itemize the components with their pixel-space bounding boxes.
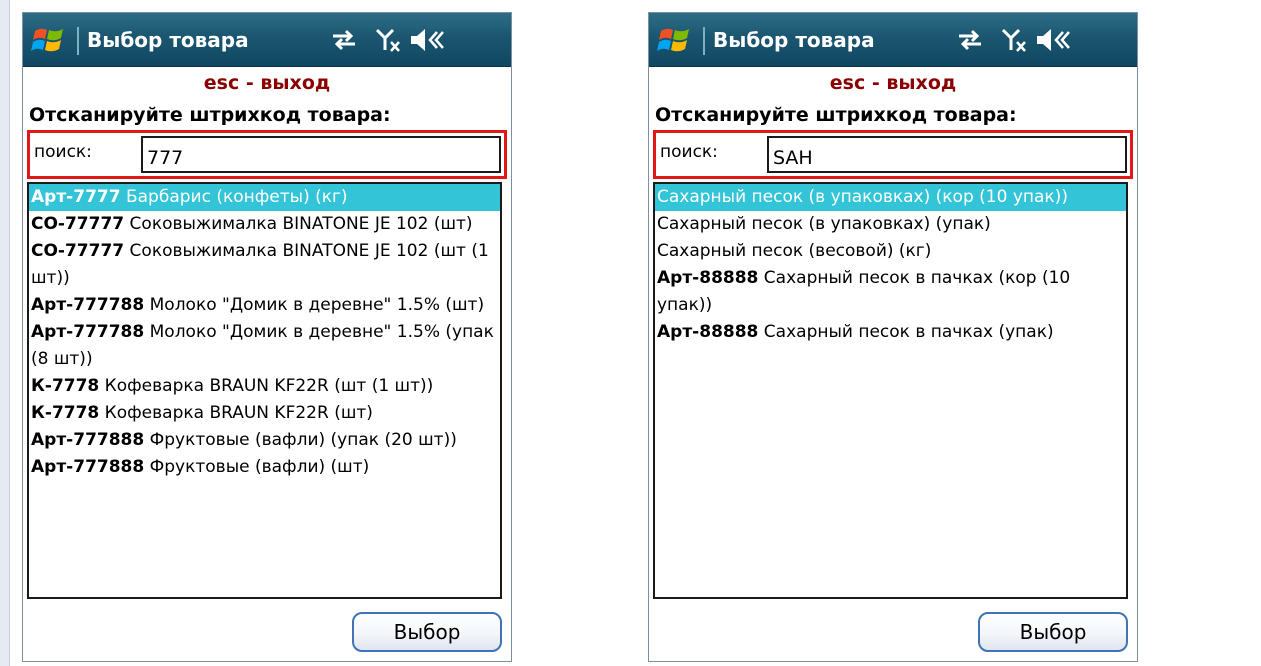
item-description: Сахарный песок (в упаковках) (упак) <box>657 214 991 234</box>
item-code: Арт-88888 <box>657 268 759 288</box>
windows-start-flag-icon[interactable] <box>29 23 67 57</box>
item-description: Фруктовые (вафли) (шт) <box>149 457 370 477</box>
item-code: Арт-777888 <box>31 457 145 477</box>
item-description: Соковыжималка BINATONE JE 102 (шт) <box>129 214 473 234</box>
search-input[interactable] <box>767 136 1127 173</box>
list-item[interactable]: СО-77777 Соковыжималка BINATONE JE 102 (… <box>29 238 500 292</box>
esc-hint: esc - выход <box>203 72 331 94</box>
title-bar: Выбор товара <box>23 13 511 67</box>
search-label: поиск: <box>34 142 92 162</box>
list-item[interactable]: СО-77777 Соковыжималка BINATONE JE 102 (… <box>29 211 500 238</box>
item-description: Барбарис (конфеты) (кг) <box>125 187 348 207</box>
title-separator <box>703 27 705 55</box>
page-edge <box>0 0 10 666</box>
result-list[interactable]: Арт-7777 Барбарис (конфеты) (кг) СО-77777… <box>27 182 502 599</box>
list-item[interactable]: Арт-88888 Сахарный песок в пачках (кор (… <box>655 265 1126 319</box>
no-signal-icon <box>375 28 400 52</box>
speaker-muted-icon <box>411 29 444 51</box>
item-code: Арт-88888 <box>657 322 759 342</box>
result-list[interactable]: Сахарный песок (в упаковках) (кор (10 уп… <box>653 182 1128 599</box>
no-signal-icon <box>1001 28 1026 52</box>
item-description: Сахарный песок (в упаковках) (кор (10 уп… <box>657 187 1068 207</box>
window-title: Выбор товара <box>713 28 875 52</box>
list-item[interactable]: Сахарный песок (в упаковках) (упак) <box>655 211 1126 238</box>
item-description: Молоко "Домик в деревне" 1.5% (шт) <box>149 295 485 315</box>
item-code: Арт-777788 <box>31 322 145 342</box>
list-item[interactable]: К-7778 Кофеварка BRAUN KF22R (шт (1 шт)) <box>29 373 500 400</box>
esc-hint: esc - выход <box>829 72 957 94</box>
status-icons <box>959 28 1070 52</box>
status-icons <box>333 28 444 52</box>
speaker-muted-icon <box>1037 29 1070 51</box>
item-description: Сахарный песок (весовой) (кг) <box>657 241 932 261</box>
list-item[interactable]: Арт-777788 Молоко "Домик в деревне" 1.5%… <box>29 292 500 319</box>
list-item[interactable]: Арт-777888 Фруктовые (вафли) (шт) <box>29 454 500 481</box>
item-description: Кофеварка BRAUN KF22R (шт (1 шт)) <box>104 376 434 396</box>
item-code: К-7778 <box>31 376 100 396</box>
title-bar: Выбор товара <box>649 13 1137 67</box>
windows-start-flag-icon[interactable] <box>655 23 693 57</box>
scan-instruction: Отсканируйте штрихкод товара: <box>29 104 391 126</box>
item-code: СО-77777 <box>31 214 125 234</box>
window-title: Выбор товара <box>87 28 249 52</box>
item-description: Кофеварка BRAUN KF22R (шт) <box>104 403 373 423</box>
search-label: поиск: <box>660 142 718 162</box>
item-code: СО-77777 <box>31 241 125 261</box>
search-row: поиск: <box>653 130 1133 179</box>
list-item[interactable]: Арт-777888 Фруктовые (вафли) (упак (20 ш… <box>29 427 500 454</box>
list-item[interactable]: Арт-88888 Сахарный песок в пачках (упак) <box>655 319 1126 346</box>
item-code: Арт-777888 <box>31 430 145 450</box>
search-input[interactable] <box>141 136 501 173</box>
list-item[interactable]: Арт-7777 Барбарис (конфеты) (кг) <box>29 184 500 211</box>
item-code: К-7778 <box>31 403 100 423</box>
search-row: поиск: <box>27 130 507 179</box>
list-item[interactable]: Сахарный песок (весовой) (кг) <box>655 238 1126 265</box>
select-button[interactable]: Выбор <box>352 612 502 652</box>
data-connection-arrows-icon <box>333 29 355 51</box>
item-description: Сахарный песок в пачках (упак) <box>763 322 1054 342</box>
list-item[interactable]: Сахарный песок (в упаковках) (кор (10 уп… <box>655 184 1126 211</box>
list-item[interactable]: К-7778 Кофеварка BRAUN KF22R (шт) <box>29 400 500 427</box>
device-screen-left: Выбор товара esc - выход Отсканируйте шт… <box>22 12 512 662</box>
item-code: Арт-7777 <box>31 187 121 207</box>
list-item[interactable]: Арт-777788 Молоко "Домик в деревне" 1.5%… <box>29 319 500 373</box>
item-description: Фруктовые (вафли) (упак (20 шт)) <box>149 430 457 450</box>
device-screen-right: Выбор товара esc - выход Отсканируйте шт… <box>648 12 1138 662</box>
data-connection-arrows-icon <box>959 29 981 51</box>
title-separator <box>77 27 79 55</box>
select-button[interactable]: Выбор <box>978 612 1128 652</box>
scan-instruction: Отсканируйте штрихкод товара: <box>655 104 1017 126</box>
item-code: Арт-777788 <box>31 295 145 315</box>
